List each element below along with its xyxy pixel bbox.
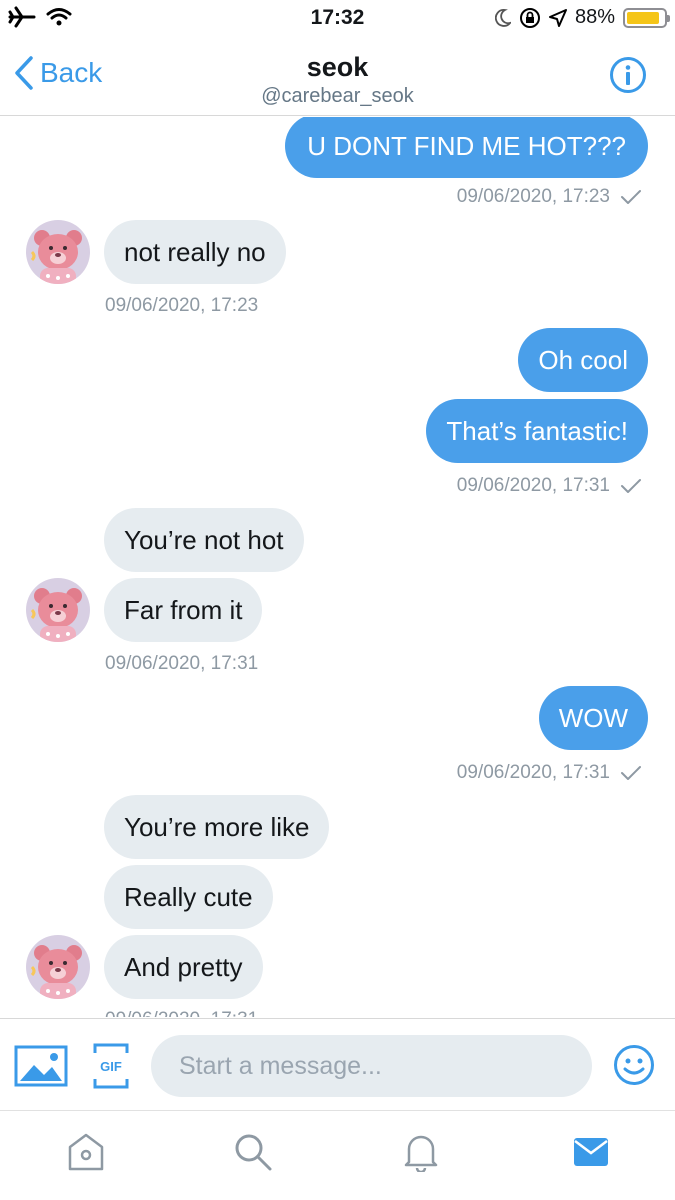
photo-button[interactable]	[14, 1045, 68, 1092]
tab-messages[interactable]	[566, 1127, 616, 1177]
gif-label: GIF	[100, 1059, 122, 1074]
moon-icon	[494, 8, 511, 27]
contact-handle: @carebear_seok	[261, 85, 414, 107]
tab-home[interactable]	[61, 1127, 111, 1177]
message-bubble-incoming[interactable]: Really cute	[104, 865, 273, 929]
message-bubble-incoming[interactable]: You’re not hot	[104, 508, 304, 572]
status-right: 88%	[494, 6, 670, 29]
avatar[interactable]	[26, 220, 90, 284]
message-bubble-outgoing[interactable]: U DONT FIND ME HOT???	[285, 117, 648, 178]
checkmark-icon	[620, 189, 642, 205]
conversation-thread[interactable]: U DONT FIND ME HOT??? 09/06/2020, 17:23 …	[0, 117, 675, 1017]
tab-notifications[interactable]	[396, 1127, 446, 1177]
message-bubble-outgoing[interactable]: Oh cool	[518, 328, 648, 392]
message-bubble-outgoing[interactable]: That’s fantastic!	[426, 399, 648, 463]
contact-name: seok	[306, 52, 369, 82]
message-composer: GIF	[0, 1018, 675, 1110]
battery-icon	[623, 7, 670, 28]
message-bubble-incoming[interactable]: And pretty	[104, 935, 263, 999]
avatar[interactable]	[26, 578, 90, 642]
message-timestamp: 09/06/2020, 17:31	[457, 475, 642, 497]
avatar[interactable]	[26, 935, 90, 999]
message-timestamp: 09/06/2020, 17:31	[105, 1009, 258, 1017]
search-icon	[235, 1134, 272, 1171]
status-bar: 17:32 88%	[0, 0, 675, 36]
conversation-header: Back seok @carebear_seok	[0, 36, 675, 116]
message-timestamp: 09/06/2020, 17:31	[105, 653, 258, 675]
battery-percent: 88%	[574, 6, 615, 28]
timestamp-text: 09/06/2020, 17:31	[105, 653, 259, 674]
message-bubble-incoming[interactable]: not really no	[104, 220, 286, 284]
home-icon	[68, 1133, 104, 1171]
timestamp-text: 09/06/2020, 17:23	[456, 186, 610, 207]
message-timestamp: 09/06/2020, 17:23	[105, 295, 258, 317]
timestamp-text: 09/06/2020, 17:31	[105, 1009, 258, 1017]
message-timestamp: 09/06/2020, 17:31	[457, 762, 642, 784]
message-bubble-incoming[interactable]: You’re more like	[104, 795, 330, 859]
photo-icon	[14, 1045, 68, 1087]
info-button[interactable]	[609, 56, 647, 99]
tab-search[interactable]	[228, 1127, 278, 1177]
message-bubble-incoming[interactable]: Far from it	[104, 578, 263, 642]
timestamp-text: 09/06/2020, 17:31	[456, 475, 610, 496]
notifications-icon	[404, 1135, 438, 1172]
message-input[interactable]	[151, 1035, 592, 1097]
timestamp-text: 09/06/2020, 17:23	[105, 295, 259, 316]
message-timestamp: 09/06/2020, 17:23	[457, 186, 642, 208]
location-arrow-icon	[548, 8, 567, 27]
info-icon	[610, 57, 646, 93]
message-bubble-outgoing[interactable]: WOW	[538, 686, 648, 750]
emoji-icon	[614, 1045, 654, 1085]
timestamp-text: 09/06/2020, 17:31	[456, 762, 610, 783]
header-title: seok @carebear_seok	[0, 52, 675, 108]
checkmark-icon	[620, 765, 642, 781]
gif-icon: GIF	[93, 1043, 129, 1089]
tab-bar	[0, 1110, 675, 1200]
gif-button[interactable]: GIF	[93, 1043, 129, 1094]
emoji-button[interactable]	[613, 1044, 655, 1091]
messages-icon	[574, 1138, 608, 1166]
battery-level	[627, 11, 659, 24]
rotation-lock-icon	[519, 7, 540, 28]
checkmark-icon	[620, 478, 642, 494]
